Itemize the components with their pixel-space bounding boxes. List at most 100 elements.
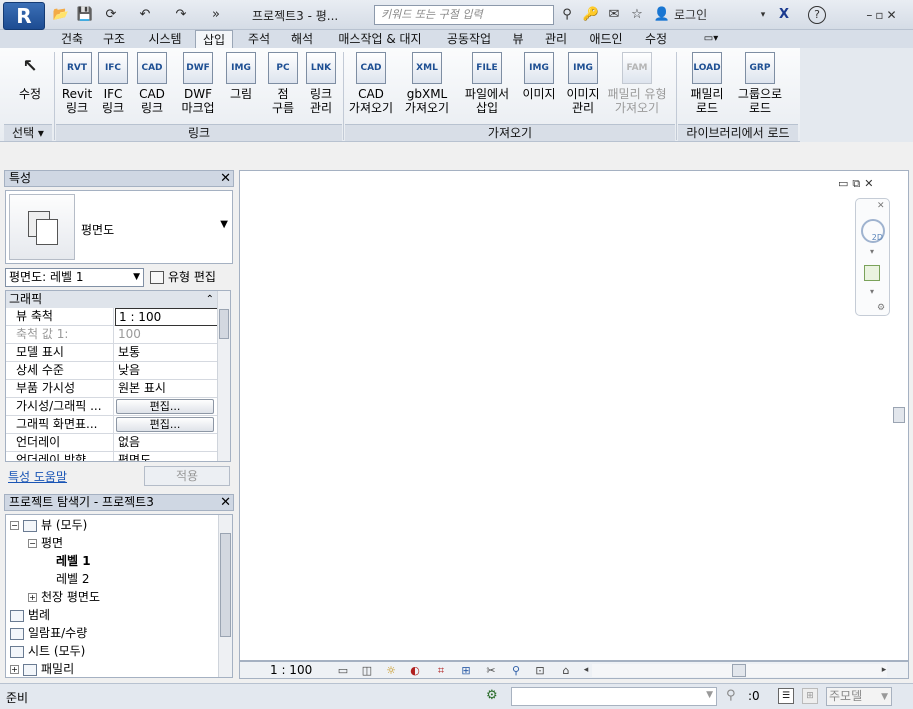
property-value[interactable]: 보통 [115, 344, 218, 362]
properties-scrollbar[interactable] [217, 291, 230, 461]
import-button-2[interactable]: FILE 파일에서 삽입 [460, 50, 514, 122]
library-button-1[interactable]: GRP 그룹으로 로드 [732, 50, 788, 122]
temporary-hide-icon[interactable]: ✂ [483, 664, 499, 677]
property-row[interactable]: 상세 수준 낮음 [6, 362, 218, 380]
link-button-0[interactable]: RVT Revit 링크 [60, 50, 94, 122]
drawing-area[interactable] [239, 170, 909, 661]
tab-massing-site[interactable]: 매스작업 & 대지 [330, 30, 430, 48]
reveal-hidden-icon[interactable]: ⚲ [508, 664, 524, 677]
favorites-icon[interactable]: ☆ [628, 6, 646, 24]
tree-node[interactable]: + 패밀리 [10, 661, 74, 677]
sun-path-icon[interactable]: ☼ [383, 664, 399, 677]
link-button-5[interactable]: PC 점 구름 [266, 50, 300, 122]
detail-level-icon[interactable]: ▭ [335, 664, 351, 677]
property-row[interactable]: 뷰 축척 1 : 100 [6, 308, 218, 326]
tab-manage[interactable]: 관리 [538, 30, 574, 48]
property-row[interactable]: 언더레이 방향 평면도 [6, 452, 218, 461]
vertical-scroll-thumb[interactable] [893, 407, 905, 423]
link-button-2[interactable]: CAD CAD 링크 [132, 50, 172, 122]
binoculars-icon[interactable]: ⚲ [558, 6, 576, 24]
tab-systems[interactable]: 시스템 [140, 30, 190, 48]
design-option-select[interactable]: 주모델 ▼ [826, 687, 892, 706]
tree-node[interactable]: 일람표/수량 [10, 625, 87, 642]
tab-analyze[interactable]: 해석 [284, 30, 320, 48]
collapse-icon[interactable]: ⌃ [206, 291, 214, 308]
edit-type-button[interactable]: 유형 편집 [150, 268, 216, 286]
property-value[interactable]: 평면도 [115, 452, 218, 461]
import-button-5[interactable]: FAM 패밀리 유형 가져오기 [602, 50, 672, 122]
chevron-down-icon[interactable]: ▾ [870, 287, 874, 296]
settings-icon[interactable]: ⚙ [877, 303, 885, 313]
application-menu-button[interactable]: R [3, 2, 45, 30]
property-group-graphics[interactable]: 그래픽 ⌃ [6, 291, 218, 308]
link-button-4[interactable]: IMG 그림 [222, 50, 260, 122]
help-icon[interactable]: ? [808, 6, 826, 24]
horizontal-scroll-thumb[interactable] [732, 664, 746, 677]
view-window-controls[interactable]: ▭⧉✕ [838, 177, 877, 191]
import-button-0[interactable]: CAD CAD 가져오기 [346, 50, 396, 122]
worksets-icon[interactable]: ⚙ [486, 688, 504, 706]
tab-addins[interactable]: 애드인 [582, 30, 630, 48]
search-input[interactable]: 키워드 또는 구절 입력 [374, 5, 554, 25]
tree-node[interactable]: − 평면 [28, 535, 63, 552]
communication-icon[interactable]: ✉ [605, 6, 623, 24]
collapse-icon[interactable]: − [28, 539, 37, 548]
property-row[interactable]: 축척 값 1: 100 [6, 326, 218, 344]
import-button-3[interactable]: IMG 이미지 [518, 50, 560, 122]
tree-node[interactable]: + 천장 평면도 [28, 589, 100, 606]
expand-icon[interactable]: + [28, 593, 37, 602]
browser-scrollbar[interactable] [218, 515, 232, 677]
shadows-icon[interactable]: ◐ [407, 664, 423, 677]
window-controls[interactable]: –▫✕ [858, 6, 908, 24]
select-panel-label[interactable]: 선택 ▾ [4, 124, 52, 141]
chevron-down-icon[interactable]: ▾ [870, 247, 874, 256]
collapse-icon[interactable]: − [10, 521, 19, 530]
dropdown-arrow-icon[interactable]: ▼ [220, 219, 228, 230]
scroll-right-icon[interactable]: ▸ [876, 664, 892, 677]
close-icon[interactable]: ✕ [220, 171, 231, 186]
open-icon[interactable]: 📂 [52, 6, 70, 24]
link-button-6[interactable]: LNK 링크 관리 [302, 50, 340, 122]
property-row[interactable]: 그래픽 화면표... 편집... [6, 416, 218, 434]
tab-view[interactable]: 뷰 [506, 30, 530, 48]
workset-select[interactable]: ▼ [511, 687, 717, 706]
property-row[interactable]: 모델 표시 보통 [6, 344, 218, 362]
type-selector[interactable]: 평면도 ▼ [5, 190, 233, 264]
login-dropdown-icon[interactable]: ▾ [758, 6, 768, 24]
subscription-icon[interactable]: 🔑 [582, 6, 600, 24]
tab-insert[interactable]: 삽입 [195, 30, 233, 48]
property-value[interactable]: 없음 [115, 434, 218, 452]
visual-style-icon[interactable]: ◫ [359, 664, 375, 677]
zoom-icon[interactable] [864, 265, 880, 281]
undo-icon[interactable]: ↶ [136, 6, 154, 24]
expand-icon[interactable]: + [10, 665, 19, 674]
library-button-0[interactable]: LOAD 패밀리 로드 [684, 50, 730, 122]
modify-button[interactable]: ↖ 수정 [10, 50, 50, 122]
properties-help-link[interactable]: 특성 도움말 [8, 468, 67, 485]
tree-node[interactable]: 시트 (모두) [10, 643, 85, 660]
property-value[interactable]: 낮음 [115, 362, 218, 380]
import-button-1[interactable]: XML gbXML 가져오기 [398, 50, 456, 122]
redo-icon[interactable]: ↷ [172, 6, 190, 24]
close-icon[interactable]: ✕ [220, 495, 231, 510]
horizontal-scrollbar[interactable] [592, 664, 887, 677]
show-crop-icon[interactable]: ⊞ [458, 664, 474, 677]
exchange-apps-icon[interactable]: X [774, 6, 794, 24]
property-edit-button[interactable]: 편집... [116, 417, 214, 432]
tree-node[interactable]: 레벨 2 [56, 571, 90, 588]
property-row[interactable]: 가시성/그래픽 ... 편집... [6, 398, 218, 416]
tab-structure[interactable]: 구조 [96, 30, 132, 48]
tab-collaborate[interactable]: 공동작업 [440, 30, 498, 48]
tree-node[interactable]: 범례 [10, 607, 50, 624]
instance-filter-select[interactable]: 평면도: 레벨 1 ▼ [5, 268, 144, 287]
analytical-model-icon[interactable]: ⊡ [532, 664, 548, 677]
more-icon[interactable]: » [207, 6, 225, 24]
close-icon[interactable]: ✕ [877, 201, 885, 211]
login-button[interactable]: 로그인 [674, 6, 714, 24]
property-edit-button[interactable]: 편집... [116, 399, 214, 414]
tab-annotate[interactable]: 주석 [241, 30, 277, 48]
save-icon[interactable]: 💾 [76, 6, 94, 24]
design-options-icon[interactable]: ☰ [778, 688, 794, 704]
import-button-4[interactable]: IMG 이미지 관리 [562, 50, 604, 122]
link-button-1[interactable]: IFC IFC 링크 [96, 50, 130, 122]
